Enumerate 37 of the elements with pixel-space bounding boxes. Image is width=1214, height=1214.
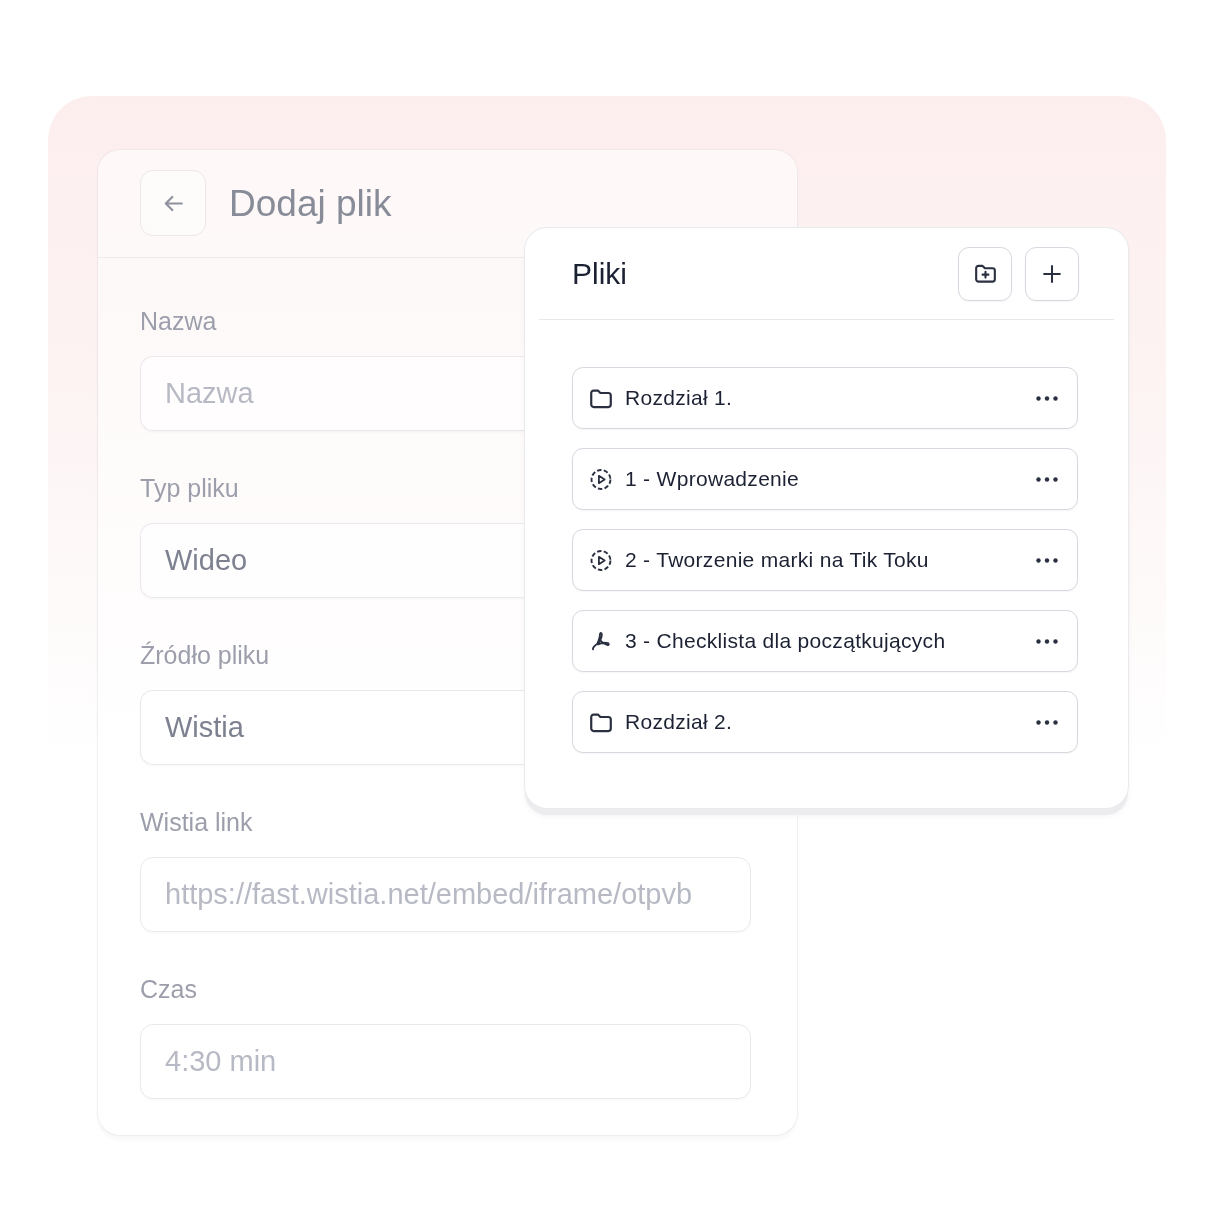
file-row[interactable]: 2 - Tworzenie marki na Tik Toku [572,529,1078,591]
folder-icon [590,387,612,409]
folder-plus-icon [974,264,996,283]
file-row[interactable]: 3 - Checklista dla początkujących [572,610,1078,672]
arrow-left-icon [163,194,183,212]
pdf-icon [590,630,612,652]
form-title: Dodaj plik [229,182,392,226]
files-title: Pliki [572,256,627,291]
input-field[interactable]: Wideo [140,523,527,598]
field-label: Wistia link [140,807,253,837]
file-row[interactable]: 1 - Wprowadzenie [572,448,1078,510]
more-icon[interactable] [1036,638,1058,644]
more-icon[interactable] [1036,395,1058,401]
file-name: Rozdział 1. [625,386,733,410]
file-row[interactable]: Rozdział 2. [572,691,1078,753]
new-folder-button[interactable] [958,246,1012,301]
more-icon[interactable] [1036,557,1058,563]
field-label: Źródło pliku [140,640,270,670]
field-label: Czas [140,974,197,1004]
file-row[interactable]: Rozdział 1. [572,367,1078,429]
file-name: 2 - Tworzenie marki na Tik Toku [625,548,929,572]
input-field[interactable]: Wistia [140,690,527,765]
field-label: Nazwa [140,306,217,336]
play-circle-icon [590,468,612,490]
field-label: Typ pliku [140,473,239,503]
play-circle-icon [590,549,612,571]
input-field[interactable]: https://fast.wistia.net/embed/iframe/otpvb [140,857,751,932]
file-name: 1 - Wprowadzenie [625,467,800,491]
more-icon[interactable] [1036,719,1058,725]
folder-icon [590,711,612,733]
input-field[interactable]: Nazwa [140,356,527,431]
add-button[interactable] [1025,246,1079,301]
file-name: Rozdział 2. [625,710,733,734]
plus-icon [1043,264,1061,283]
file-name: 3 - Checklista dla początkujących [625,629,946,653]
input-field[interactable]: 4:30 min [140,1024,751,1099]
more-icon[interactable] [1036,476,1058,482]
